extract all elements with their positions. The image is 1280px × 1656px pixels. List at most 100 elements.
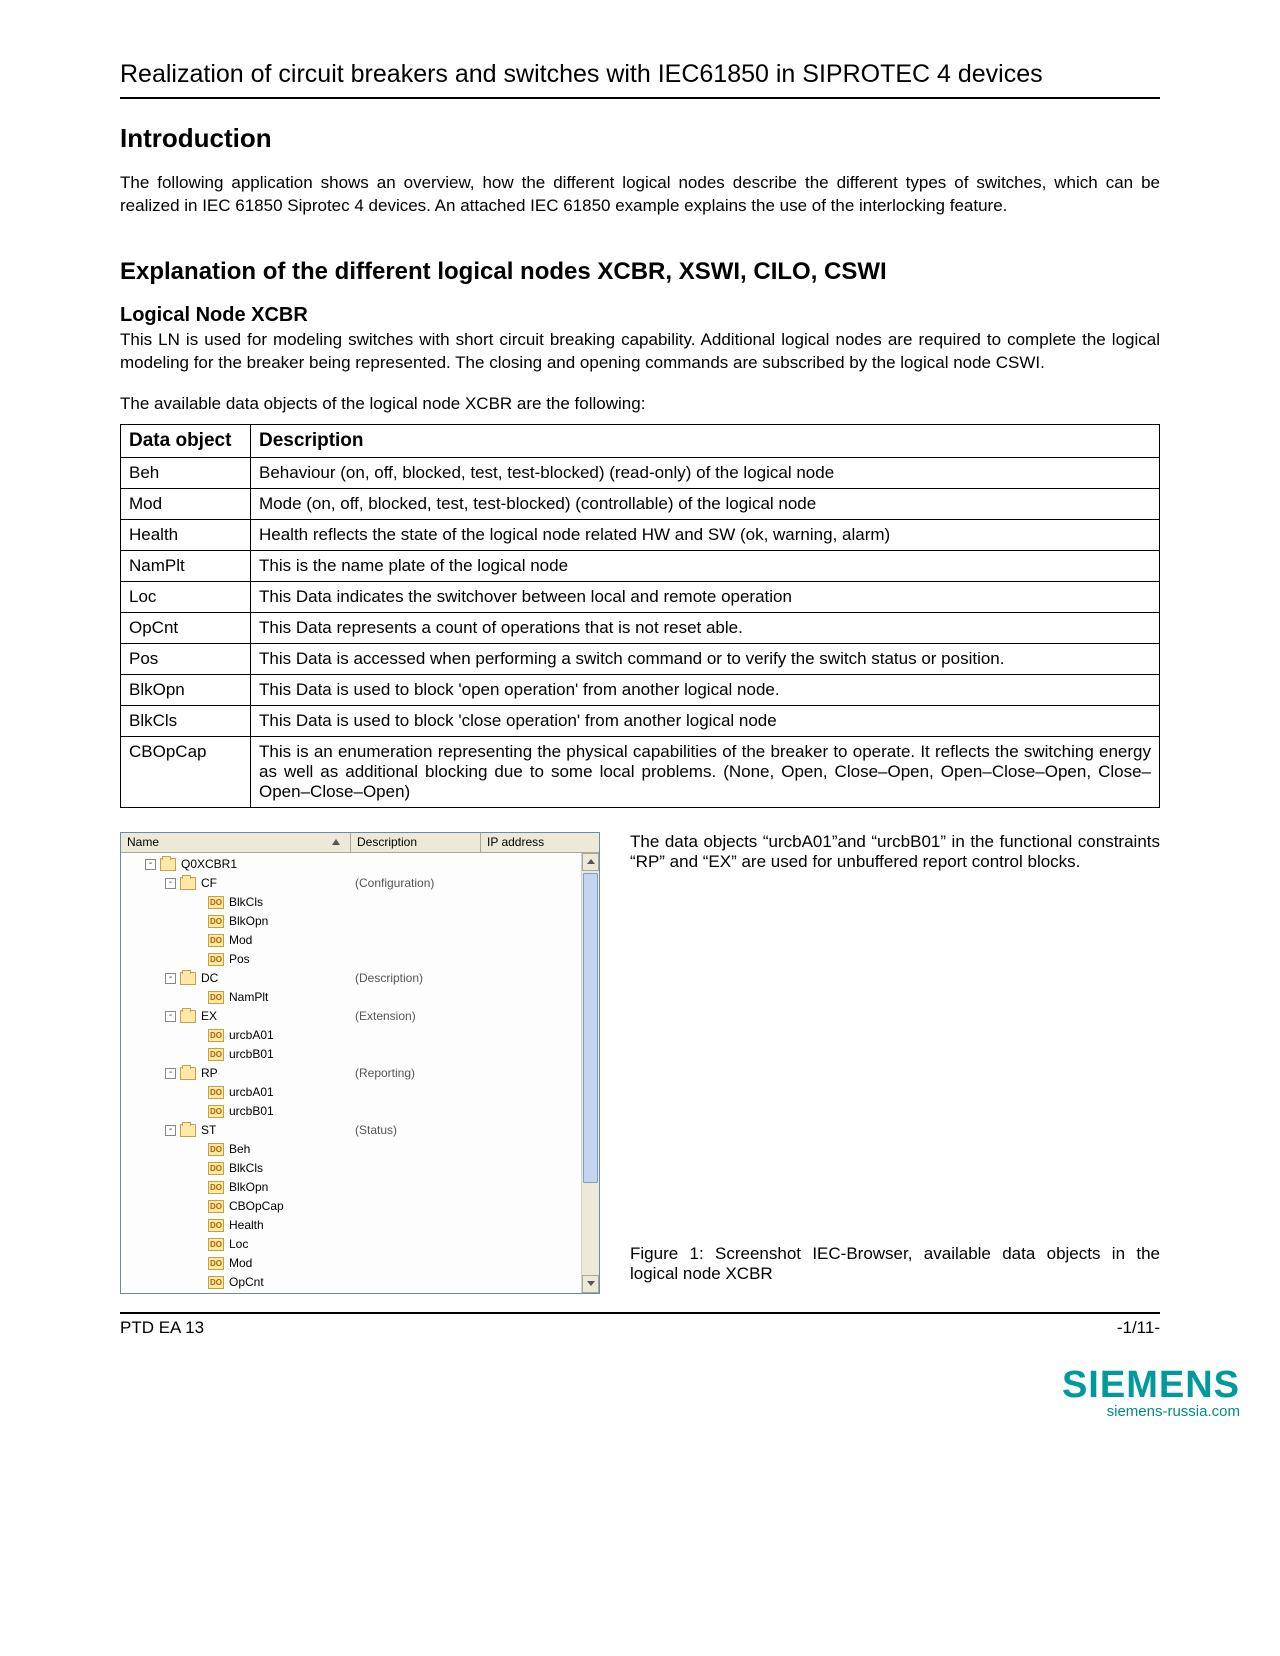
tree-node-description [351, 1197, 481, 1216]
scroll-up-button[interactable] [582, 853, 599, 871]
tree-node-label: urcbB01 [229, 1104, 274, 1118]
tree-node[interactable]: DOBeh [125, 1140, 351, 1159]
table-row: OpCntThis Data represents a count of ope… [121, 612, 1160, 643]
tree-node[interactable]: DOBlkOpn [125, 1178, 351, 1197]
tree-node[interactable]: DOOpCnt [125, 1273, 351, 1292]
tree-node[interactable]: DOHealth [125, 1216, 351, 1235]
tree-node-description [351, 1178, 481, 1197]
tree-node[interactable]: DO Loc [125, 1235, 351, 1254]
column-header-description-label: Description [357, 835, 417, 849]
tree-node[interactable]: DO CBOpCap [125, 1197, 351, 1216]
tree-node[interactable]: DOurcbB01 [125, 1102, 351, 1121]
cell-description: This is an enumeration representing the … [251, 736, 1160, 807]
tree-area: -Q0XCBR1-CFDOBlkClsDOBlkOpnDOModDOPos-DC… [121, 853, 351, 1293]
heading-introduction: Introduction [120, 123, 1160, 154]
expand-toggle[interactable]: - [145, 859, 156, 870]
tree-node[interactable]: -ST [125, 1121, 351, 1140]
data-object-icon: DO [208, 1238, 224, 1251]
tree-node[interactable]: DO Pos [125, 950, 351, 969]
tree-node-description [351, 988, 481, 1007]
table-row: PosThis Data is accessed when performing… [121, 643, 1160, 674]
tree-node-label: urcbA01 [229, 1085, 274, 1099]
tree-node-label: Q0XCBR1 [181, 857, 237, 871]
data-object-icon: DO [208, 934, 224, 947]
tree-node[interactable]: - EX [125, 1007, 351, 1026]
tree-node[interactable]: - DC [125, 969, 351, 988]
data-object-icon: DO [208, 1219, 224, 1232]
data-object-icon: DO [208, 953, 224, 966]
tree-node-label: OpCnt [229, 1275, 264, 1289]
tree-node[interactable]: DOPos [125, 1292, 351, 1293]
tree-node-label: CF [201, 876, 217, 890]
folder-icon [180, 1124, 196, 1137]
column-header-description[interactable]: Description [351, 833, 481, 852]
cell-data-object: Mod [121, 488, 251, 519]
tree-node[interactable]: DOBlkCls [125, 1159, 351, 1178]
available-objects-para: The available data objects of the logica… [120, 393, 1160, 416]
tree-node[interactable]: - Q0XCBR1 [125, 855, 351, 874]
data-object-icon: DO [208, 1086, 224, 1099]
vertical-scrollbar[interactable] [581, 853, 599, 1293]
tree-node-description [351, 1159, 481, 1178]
table-row: BlkClsThis Data is used to block 'close … [121, 705, 1160, 736]
title-rule [120, 97, 1160, 99]
tree-node-label: RP [201, 1066, 218, 1080]
tree-node[interactable]: DOurcbA01 [125, 1026, 351, 1045]
column-header-name[interactable]: Name [121, 833, 351, 852]
tree-node-description [351, 855, 481, 874]
tree-node[interactable]: DOBlkOpn [125, 912, 351, 931]
tree-node-label: Pos [229, 952, 250, 966]
tree-node[interactable]: DONamPlt [125, 988, 351, 1007]
chevron-up-icon [587, 859, 595, 864]
tree-node-label: CBOpCap [229, 1199, 284, 1213]
cell-data-object: Health [121, 519, 251, 550]
data-object-table: Data object Description BehBehaviour (on… [120, 424, 1160, 808]
table-row: LocThis Data indicates the switchover be… [121, 581, 1160, 612]
tree-node[interactable]: DO urcbA01 [125, 1083, 351, 1102]
tree-node-description [351, 1235, 481, 1254]
data-object-icon: DO [208, 1048, 224, 1061]
cell-data-object: OpCnt [121, 612, 251, 643]
column-header-name-label: Name [127, 835, 159, 849]
tree-node-description [351, 950, 481, 969]
tree-node-label: DC [201, 971, 218, 985]
tree-node-label: EX [201, 1009, 217, 1023]
brand-url: siemens-russia.com [0, 1403, 1240, 1420]
tree-node-label: urcbB01 [229, 1047, 274, 1061]
cell-description: Mode (on, off, blocked, test, test-block… [251, 488, 1160, 519]
tree-node-description: (Extension) [351, 1007, 481, 1026]
tree-node-description [351, 1102, 481, 1121]
tree-node[interactable]: - RP [125, 1064, 351, 1083]
sort-ascending-icon [332, 839, 340, 845]
expand-toggle[interactable]: - [165, 973, 176, 984]
scroll-down-button[interactable] [582, 1275, 599, 1293]
expand-toggle[interactable]: - [165, 1125, 176, 1136]
tree-node[interactable]: DOMod [125, 1254, 351, 1273]
tree-node-description [351, 1254, 481, 1273]
data-object-icon: DO [208, 1143, 224, 1156]
data-object-icon: DO [208, 1029, 224, 1042]
siemens-logo: SIEMENS [0, 1364, 1240, 1407]
tree-node[interactable]: DOMod [125, 931, 351, 950]
tree-node-description [351, 1026, 481, 1045]
cell-description: This Data is used to block 'close operat… [251, 705, 1160, 736]
expand-toggle[interactable]: - [165, 878, 176, 889]
cell-description: Behaviour (on, off, blocked, test, test-… [251, 457, 1160, 488]
th-data-object: Data object [121, 424, 251, 457]
tree-node[interactable]: DOBlkCls [125, 893, 351, 912]
expand-toggle[interactable]: - [165, 1068, 176, 1079]
cell-data-object: Pos [121, 643, 251, 674]
tree-node[interactable]: - CF [125, 874, 351, 893]
page-title: Realization of circuit breakers and swit… [120, 60, 1160, 89]
scroll-thumb[interactable] [583, 873, 598, 1183]
tree-node-description [351, 1140, 481, 1159]
expand-toggle[interactable]: - [165, 1011, 176, 1022]
tree-node-description: (Status) [351, 1121, 481, 1140]
iec-browser-header: Name Description IP address [121, 833, 599, 853]
data-object-icon: DO [208, 1200, 224, 1213]
column-header-ip[interactable]: IP address [481, 833, 599, 852]
table-row: BlkOpnThis Data is used to block 'open o… [121, 674, 1160, 705]
tree-node-label: Loc [229, 1237, 248, 1251]
caption-top: The data objects “urcbA01”and “urcbB01” … [630, 832, 1160, 872]
tree-node[interactable]: DO urcbB01 [125, 1045, 351, 1064]
